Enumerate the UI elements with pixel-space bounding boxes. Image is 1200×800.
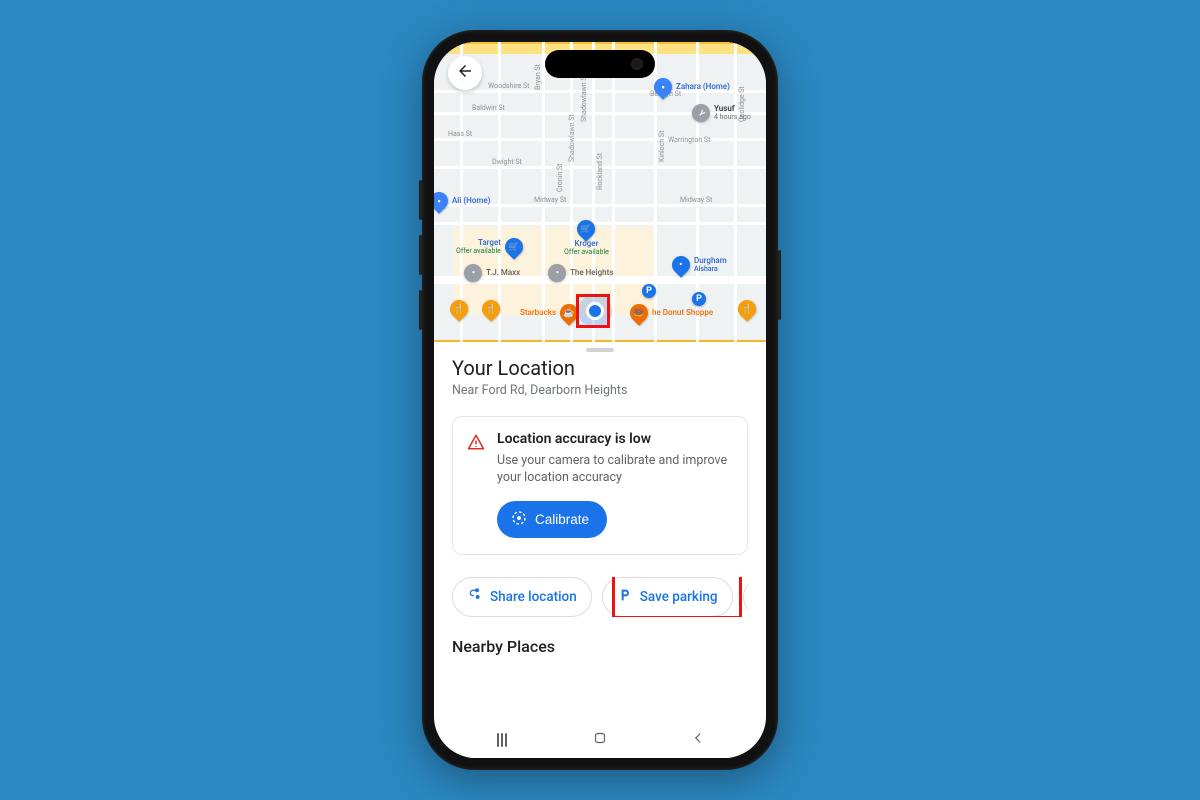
- action-chips-row: Share location Save parking Rep: [452, 577, 748, 617]
- nav-home-button[interactable]: [570, 729, 630, 751]
- map-pin-ali[interactable]: ▪ Ali (Home): [434, 192, 490, 210]
- street-label: Midway St: [534, 196, 566, 204]
- map-pin-target[interactable]: 🛒 Target Offer available: [456, 238, 523, 256]
- street-label: Cronin St: [556, 164, 564, 192]
- street-label: Kinloch St: [658, 131, 666, 162]
- map-view[interactable]: Woodshire St Bryan St Baldwin St Hass St…: [434, 42, 766, 342]
- save-parking-chip[interactable]: Save parking: [602, 577, 733, 617]
- chip-label: Share location: [490, 589, 577, 605]
- street-label: Rockland St: [596, 153, 604, 190]
- location-bottom-sheet[interactable]: Your Location Near Ford Rd, Dearborn Hei…: [434, 342, 766, 758]
- parking-icon: [617, 587, 633, 607]
- dynamic-island: [545, 50, 655, 78]
- street-label: Hass St: [448, 130, 472, 138]
- accuracy-card: Location accuracy is low Use your camera…: [452, 416, 748, 555]
- chip-label: Save parking: [640, 589, 718, 605]
- accuracy-card-body: Use your camera to calibrate and improve…: [497, 453, 733, 487]
- map-pin-zahara[interactable]: ▪ Zahara (Home): [654, 78, 730, 96]
- map-pin-yusuf[interactable]: Y Yusuf 4 hours ago: [692, 104, 751, 122]
- android-navbar: [434, 722, 766, 758]
- street-label: Midway St: [680, 196, 712, 204]
- share-location-chip[interactable]: Share location: [452, 577, 592, 617]
- map-pin-durgham[interactable]: • Durgham Alshara: [672, 256, 727, 274]
- home-icon: [591, 729, 609, 751]
- map-parking-pin[interactable]: P: [642, 284, 656, 298]
- sheet-title: Your Location: [452, 356, 748, 380]
- report-chip[interactable]: Rep: [743, 577, 748, 617]
- map-pin-donut[interactable]: 🍩 he Donut Shoppe: [630, 304, 713, 322]
- accuracy-card-title: Location accuracy is low: [497, 431, 733, 447]
- sheet-subtitle: Near Ford Rd, Dearborn Heights: [452, 383, 748, 398]
- calibrate-button[interactable]: Calibrate: [497, 501, 607, 538]
- map-pin-food-3[interactable]: 🍴: [738, 300, 756, 318]
- phone-frame: Woodshire St Bryan St Baldwin St Hass St…: [422, 30, 778, 770]
- back-button[interactable]: [448, 56, 482, 90]
- street-label: Baldwin St: [472, 104, 505, 112]
- recents-icon: [497, 733, 507, 747]
- map-pin-heights[interactable]: • The Heights: [548, 264, 613, 282]
- map-pin-kroger[interactable]: 🛒 Kroger Offer available: [564, 220, 609, 256]
- nav-back-button[interactable]: [668, 729, 728, 751]
- arrow-left-icon: [456, 62, 474, 84]
- map-pin-starbucks[interactable]: ☕ Starbucks: [520, 304, 578, 322]
- warning-icon: [467, 433, 485, 538]
- street-label: Shadowlawn St: [580, 74, 588, 122]
- street-label: Bryan St: [534, 64, 542, 90]
- street-label: Woodshire St: [488, 82, 529, 90]
- back-icon: [689, 729, 707, 751]
- map-pin-tjmaxx[interactable]: • T.J. Maxx: [464, 264, 520, 282]
- my-location-dot[interactable]: [586, 302, 604, 320]
- nearby-places-heading: Nearby Places: [452, 637, 748, 656]
- map-pin-food-1[interactable]: 🍴: [450, 300, 468, 318]
- map-pin-food-2[interactable]: 🍴: [482, 300, 500, 318]
- street-label: Shadowlawn St: [568, 114, 576, 162]
- phone-screen: Woodshire St Bryan St Baldwin St Hass St…: [434, 42, 766, 758]
- compass-icon: [511, 510, 527, 529]
- nav-recents-button[interactable]: [472, 733, 532, 747]
- street-label: Dwight St: [492, 158, 522, 166]
- calibrate-button-label: Calibrate: [535, 512, 589, 527]
- sheet-grabber[interactable]: [586, 348, 614, 352]
- share-location-icon: [467, 587, 483, 607]
- map-parking-pin[interactable]: P: [692, 292, 706, 306]
- street-label: Warrington St: [668, 136, 710, 144]
